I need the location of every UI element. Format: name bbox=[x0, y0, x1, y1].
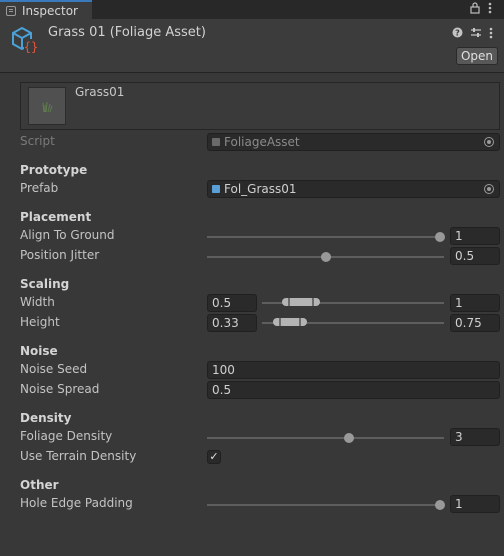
section-density: Density bbox=[20, 411, 72, 425]
window-tab-bar: Inspector bbox=[0, 0, 504, 19]
more-options-icon[interactable] bbox=[488, 2, 492, 17]
presets-icon[interactable] bbox=[470, 27, 482, 41]
object-picker-icon bbox=[484, 137, 494, 147]
height-max-input[interactable]: 0.75 bbox=[450, 314, 500, 332]
help-icon[interactable]: ? bbox=[452, 27, 463, 41]
align-to-ground-slider-thumb[interactable] bbox=[435, 232, 445, 242]
min-handle[interactable] bbox=[279, 318, 281, 326]
foliage-asset-icon: {} bbox=[10, 25, 40, 58]
max-handle[interactable] bbox=[312, 298, 314, 306]
noise-spread-input[interactable]: 0.5 bbox=[207, 381, 500, 399]
position-jitter-label: Position Jitter bbox=[20, 248, 100, 262]
width-minmax-range[interactable] bbox=[282, 298, 320, 306]
lock-icon[interactable] bbox=[470, 2, 480, 17]
object-picker-icon[interactable] bbox=[484, 184, 494, 194]
width-min-input[interactable]: 0.5 bbox=[207, 294, 257, 312]
position-jitter-slider-thumb[interactable] bbox=[321, 252, 331, 262]
noise-seed-label: Noise Seed bbox=[20, 362, 88, 376]
section-prototype: Prototype bbox=[20, 163, 88, 177]
prefab-cube-icon bbox=[212, 185, 220, 193]
section-placement: Placement bbox=[20, 210, 92, 224]
noise-spread-label: Noise Spread bbox=[20, 382, 100, 396]
prefab-label: Prefab bbox=[20, 181, 59, 195]
section-scaling: Scaling bbox=[20, 277, 70, 291]
hole-edge-padding-label: Hole Edge Padding bbox=[20, 496, 133, 510]
hole-edge-padding-slider-thumb[interactable] bbox=[435, 500, 445, 510]
foliage-density-slider-thumb[interactable] bbox=[344, 433, 354, 443]
hole-edge-padding-input[interactable]: 1 bbox=[450, 495, 500, 513]
foliage-density-input[interactable]: 3 bbox=[450, 428, 500, 446]
width-max-input[interactable]: 1 bbox=[450, 294, 500, 312]
open-button[interactable]: Open bbox=[456, 47, 498, 65]
align-to-ground-input[interactable]: 1 bbox=[450, 227, 500, 245]
script-label: Script bbox=[20, 134, 55, 148]
use-terrain-density-checkbox[interactable]: ✓ bbox=[207, 450, 221, 464]
width-label: Width bbox=[20, 295, 55, 309]
section-other: Other bbox=[20, 478, 59, 492]
script-field: FoliageAsset bbox=[207, 133, 500, 151]
noise-seed-input[interactable]: 100 bbox=[207, 361, 500, 379]
svg-text:{}: {} bbox=[24, 40, 38, 54]
height-label: Height bbox=[20, 315, 60, 329]
align-to-ground-slider-track[interactable] bbox=[207, 236, 444, 238]
foliage-density-label: Foliage Density bbox=[20, 429, 113, 443]
height-min-input[interactable]: 0.33 bbox=[207, 314, 257, 332]
inspector-tab-icon bbox=[6, 6, 16, 16]
script-file-icon bbox=[212, 138, 220, 146]
height-minmax-range[interactable] bbox=[273, 318, 307, 326]
svg-text:?: ? bbox=[455, 29, 460, 38]
asset-title: Grass 01 (Foliage Asset) bbox=[48, 25, 206, 40]
position-jitter-input[interactable]: 0.5 bbox=[450, 247, 500, 265]
preview-name: Grass01 bbox=[75, 85, 125, 99]
prefab-field[interactable]: Fol_Grass01 bbox=[207, 180, 500, 198]
asset-header: {} Grass 01 (Foliage Asset) ? Open bbox=[0, 19, 504, 73]
tab-inspector[interactable]: Inspector bbox=[0, 0, 92, 19]
min-handle[interactable] bbox=[288, 298, 290, 306]
max-handle[interactable] bbox=[299, 318, 301, 326]
section-noise: Noise bbox=[20, 344, 58, 358]
script-value: FoliageAsset bbox=[224, 135, 300, 149]
foliage-density-slider-track[interactable] bbox=[207, 437, 444, 439]
align-to-ground-label: Align To Ground bbox=[20, 228, 115, 242]
prefab-value: Fol_Grass01 bbox=[224, 182, 297, 196]
tab-label: Inspector bbox=[22, 4, 78, 18]
grass-thumbnail-icon bbox=[42, 101, 53, 113]
hole-edge-padding-slider-track[interactable] bbox=[207, 504, 444, 506]
prefab-thumbnail[interactable] bbox=[28, 87, 66, 125]
context-menu-icon[interactable] bbox=[489, 27, 493, 42]
asset-preview-panel: Grass01 bbox=[20, 82, 500, 130]
use-terrain-density-label: Use Terrain Density bbox=[20, 449, 137, 463]
